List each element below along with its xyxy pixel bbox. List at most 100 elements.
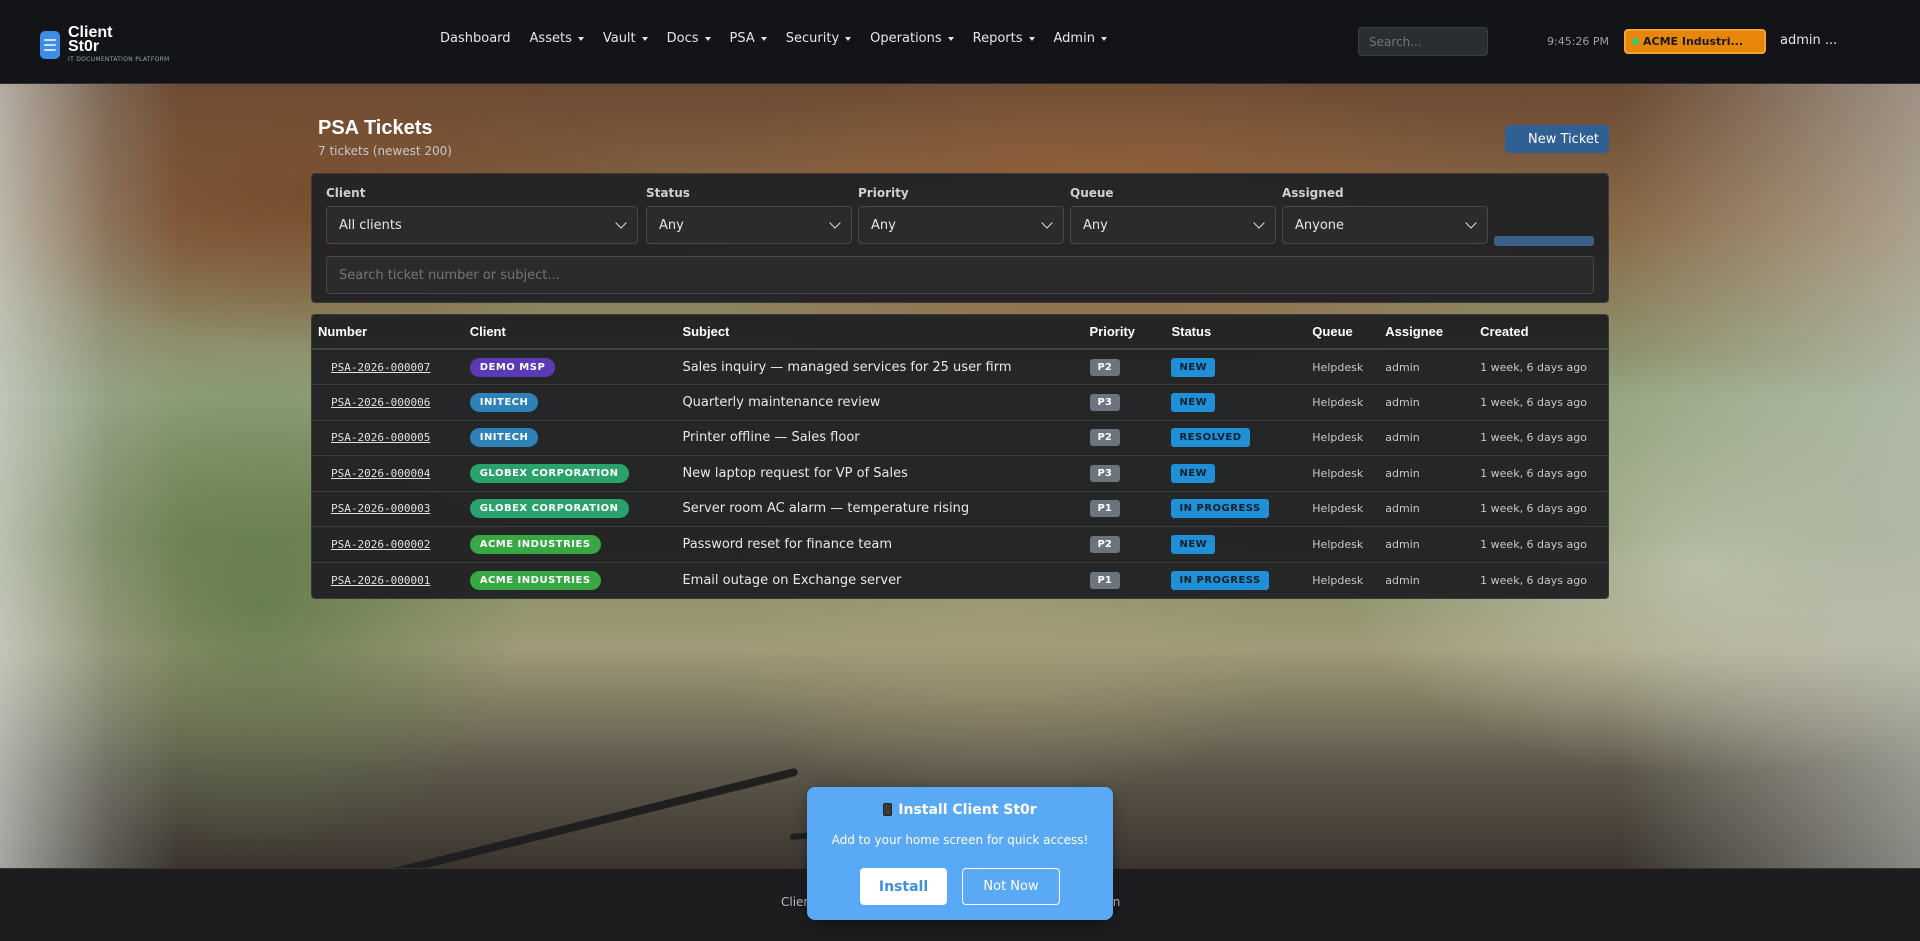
assignee-value: admin: [1385, 502, 1420, 516]
caret-down-icon: [1028, 36, 1035, 41]
assignee-value: admin: [1385, 431, 1420, 445]
column-header-client: Client: [463, 315, 677, 350]
queue-value: Helpdesk: [1312, 537, 1364, 551]
nav-item-security[interactable]: Security: [786, 31, 852, 46]
page-subtitle: 7 tickets (newest 200): [318, 144, 452, 158]
caret-down-icon: [704, 36, 711, 41]
queue-value: Helpdesk: [1312, 502, 1364, 516]
top-navbar: Client St0r IT DOCUMENTATION PLATFORM Da…: [0, 0, 1920, 84]
chevron-down-icon: [829, 217, 841, 229]
queue-value: Helpdesk: [1312, 360, 1364, 374]
brand-name-line2: St0r: [68, 38, 100, 55]
ticket-search-input[interactable]: [326, 256, 1594, 294]
table-row[interactable]: PSA-2026-000001 ACME INDUSTRIES Email outa…: [312, 561, 1608, 598]
client-badge: GLOBEX CORPORATION: [469, 499, 629, 519]
user-menu[interactable]: admin ...: [1780, 33, 1837, 48]
ticket-number-link[interactable]: PSA-2026-000004: [318, 467, 430, 480]
chevron-down-icon: [615, 217, 627, 229]
column-header-created: Created: [1474, 315, 1608, 350]
created-value: 1 week, 6 days ago: [1480, 395, 1587, 409]
client-selector[interactable]: ACME Industri...: [1624, 29, 1766, 54]
nav-item-docs[interactable]: Docs: [667, 31, 711, 46]
ticket-number-link[interactable]: PSA-2026-000002: [318, 538, 430, 551]
client-filter: Client All clients: [326, 186, 638, 244]
main-nav: Dashboard Assets Vault Docs PSA Security Opera…: [440, 31, 1107, 46]
apply-filter-button[interactable]: [1494, 236, 1594, 246]
created-value: 1 week, 6 days ago: [1480, 466, 1587, 480]
assigned-filter-label: Assigned: [1282, 186, 1344, 200]
nav-item-assets[interactable]: Assets: [530, 31, 584, 46]
ticket-subject: Quarterly maintenance review: [682, 394, 881, 410]
new-ticket-button[interactable]: New Ticket: [1505, 125, 1609, 153]
priority-filter: Priority Any: [858, 186, 1064, 244]
mobile-phone-icon: [883, 803, 893, 816]
table-row[interactable]: PSA-2026-000002 ACME INDUSTRIES Password r…: [312, 526, 1608, 562]
nav-item-reports[interactable]: Reports: [973, 31, 1035, 46]
table-row[interactable]: PSA-2026-000003 GLOBEX CORPORATION Server …: [312, 490, 1608, 527]
priority-badge: P2: [1089, 358, 1120, 376]
created-value: 1 week, 6 days ago: [1480, 573, 1587, 587]
page-title: PSA Tickets: [318, 117, 433, 139]
nav-item-dashboard[interactable]: Dashboard: [440, 31, 511, 46]
ticket-subject: Printer offline — Sales floor: [682, 430, 860, 446]
client-filter-label: Client: [326, 186, 366, 200]
brand-tagline: IT DOCUMENTATION PLATFORM: [68, 56, 170, 63]
status-badge: NEW: [1171, 534, 1216, 554]
table-row[interactable]: PSA-2026-000007 DEMO MSP Sales inquiry — m…: [312, 348, 1608, 385]
client-badge: DEMO MSP: [469, 357, 556, 377]
table-row[interactable]: PSA-2026-000004 GLOBEX CORPORATION New lap…: [312, 455, 1608, 491]
assigned-filter: Assigned Anyone: [1282, 186, 1488, 244]
queue-filter-label: Queue: [1070, 186, 1114, 200]
chevron-down-icon: [1253, 217, 1265, 229]
column-header-subject: Subject: [676, 315, 1084, 350]
caret-down-icon: [947, 36, 954, 41]
priority-filter-label: Priority: [858, 186, 909, 200]
status-select[interactable]: Any: [646, 206, 852, 244]
nav-item-vault[interactable]: Vault: [603, 31, 648, 46]
assigned-select[interactable]: Anyone: [1282, 206, 1488, 244]
ticket-number-link[interactable]: PSA-2026-000003: [318, 502, 430, 515]
client-badge: ACME INDUSTRIES: [469, 570, 601, 590]
brand-logo[interactable]: Client St0r IT DOCUMENTATION PLATFORM: [40, 25, 170, 63]
not-now-button[interactable]: Not Now: [962, 868, 1060, 905]
table-row[interactable]: PSA-2026-000006 INITECH Quarterly maintena…: [312, 384, 1608, 420]
created-value: 1 week, 6 days ago: [1480, 431, 1587, 445]
client-badge: INITECH: [469, 428, 539, 448]
assignee-value: admin: [1385, 395, 1420, 409]
install-prompt: Install Client St0r Add to your home scr…: [807, 787, 1113, 920]
ticket-subject: New laptop request for VP of Sales: [682, 465, 908, 481]
global-search-input[interactable]: [1358, 27, 1488, 56]
column-header-queue: Queue: [1306, 315, 1380, 350]
queue-value: Helpdesk: [1312, 466, 1364, 480]
client-badge: GLOBEX CORPORATION: [469, 463, 629, 483]
priority-badge: P3: [1089, 464, 1120, 482]
priority-badge: P2: [1089, 429, 1120, 447]
priority-select[interactable]: Any: [858, 206, 1064, 244]
database-icon: [40, 30, 60, 59]
client-select[interactable]: All clients: [326, 206, 638, 244]
queue-filter: Queue Any: [1070, 186, 1276, 244]
status-badge: IN PROGRESS: [1171, 570, 1269, 590]
clock: 9:45:26 PM: [1547, 35, 1610, 48]
ticket-number-link[interactable]: PSA-2026-000001: [318, 574, 430, 587]
nav-item-operations[interactable]: Operations: [870, 31, 954, 46]
nav-item-admin[interactable]: Admin: [1054, 31, 1107, 46]
status-badge: NEW: [1171, 392, 1216, 412]
assignee-value: admin: [1385, 466, 1420, 480]
ticket-number-link[interactable]: PSA-2026-000007: [318, 361, 430, 374]
ticket-number-link[interactable]: PSA-2026-000006: [318, 396, 430, 409]
created-value: 1 week, 6 days ago: [1480, 502, 1587, 516]
table-row[interactable]: PSA-2026-000005 INITECH Printer offline — …: [312, 419, 1608, 456]
column-header-priority: Priority: [1083, 315, 1166, 350]
status-filter: Status Any: [646, 186, 852, 244]
created-value: 1 week, 6 days ago: [1480, 537, 1587, 551]
filter-panel: Client All clients Status Any Priority A…: [311, 173, 1609, 303]
column-header-assignee: Assignee: [1379, 315, 1475, 350]
ticket-subject: Password reset for finance team: [682, 536, 892, 552]
queue-value: Helpdesk: [1312, 573, 1364, 587]
install-button[interactable]: Install: [860, 868, 947, 905]
queue-select[interactable]: Any: [1070, 206, 1276, 244]
ticket-number-link[interactable]: PSA-2026-000005: [318, 431, 430, 444]
assignee-value: admin: [1385, 573, 1420, 587]
nav-item-psa[interactable]: PSA: [730, 31, 767, 46]
